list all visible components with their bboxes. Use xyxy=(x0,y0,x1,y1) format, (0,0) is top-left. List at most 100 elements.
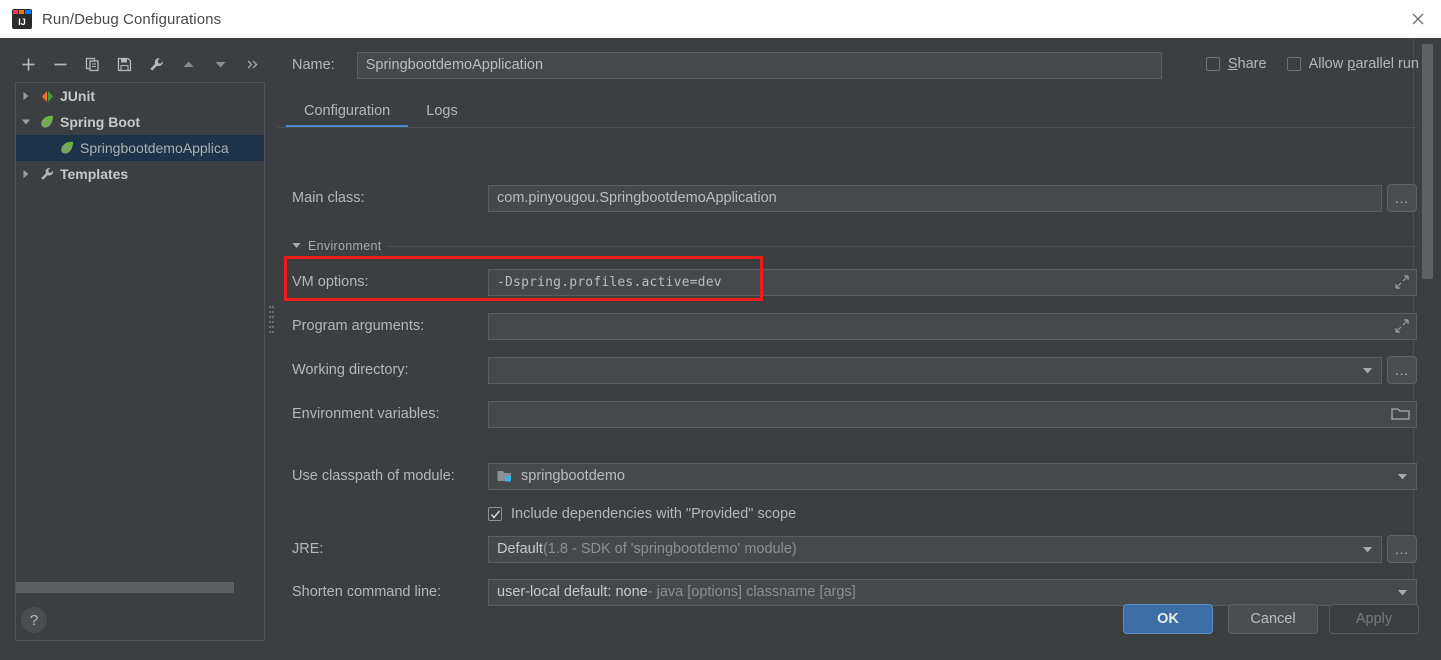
use-classpath-of-module-combo[interactable]: springbootdemo xyxy=(488,463,1417,490)
spring-boot-leaf-icon xyxy=(56,139,78,157)
program-arguments-label: Program arguments: xyxy=(292,318,488,334)
move-down-button[interactable] xyxy=(206,50,234,78)
chevron-down-icon[interactable] xyxy=(1354,536,1382,563)
include-dependencies-checkbox[interactable]: Include dependencies with "Provided" sco… xyxy=(488,506,796,522)
working-directory-label: Working directory: xyxy=(292,362,488,378)
name-label: Name: xyxy=(292,57,335,73)
environment-variables-row: Environment variables: xyxy=(292,400,1417,428)
expand-diagonal-icon[interactable] xyxy=(1395,319,1409,333)
window-titlebar: IJ Run/Debug Configurations xyxy=(0,0,1441,38)
configurations-tree[interactable]: JUnit Spring Boot xyxy=(15,82,265,641)
tab-logs[interactable]: Logs xyxy=(408,103,475,128)
working-directory-browse-button[interactable]: ... xyxy=(1387,356,1417,384)
allow-parallel-run-checkbox[interactable]: Allow parallel run xyxy=(1287,56,1419,72)
shorten-command-line-value-dim: - java [options] classname [args] xyxy=(648,584,856,600)
tab-divider xyxy=(278,127,1417,128)
jre-row: JRE: Default (1.8 - SDK of 'springbootde… xyxy=(292,535,1417,563)
copy-configuration-button[interactable] xyxy=(78,50,106,78)
program-arguments-input[interactable] xyxy=(488,313,1417,340)
intellij-idea-icon: IJ xyxy=(12,9,32,29)
move-up-button[interactable] xyxy=(174,50,202,78)
jre-label: JRE: xyxy=(292,541,488,557)
folder-icon[interactable] xyxy=(1391,406,1411,422)
vm-options-input[interactable]: -Dspring.profiles.active=dev xyxy=(488,269,1417,296)
main-class-input[interactable]: com.pinyougou.SpringbootdemoApplication xyxy=(488,185,1382,212)
vm-options-row: VM options: -Dspring.profiles.active=dev xyxy=(292,268,1417,296)
wrench-icon[interactable] xyxy=(142,50,170,78)
svg-text:IJ: IJ xyxy=(18,17,26,27)
tree-item-label: Templates xyxy=(60,166,128,182)
jre-value-strong: Default xyxy=(497,541,543,557)
dialog-footer: ? OK Cancel Apply xyxy=(0,600,1441,660)
program-arguments-row: Program arguments: xyxy=(292,312,1417,340)
shorten-command-line-label: Shorten command line: xyxy=(292,584,488,600)
tab-configuration[interactable]: Configuration xyxy=(286,103,408,128)
add-configuration-button[interactable] xyxy=(14,50,42,78)
vm-options-label: VM options: xyxy=(292,274,488,290)
apply-button[interactable]: Apply xyxy=(1329,604,1419,634)
expand-diagonal-icon[interactable] xyxy=(1395,275,1409,289)
include-dependencies-label: Include dependencies with "Provided" sco… xyxy=(511,506,796,522)
share-checkbox[interactable]: Share xyxy=(1206,56,1267,72)
chevron-down-icon[interactable] xyxy=(292,237,301,255)
use-classpath-of-module-row: Use classpath of module: springbootdemo xyxy=(292,462,1417,490)
working-directory-row: Working directory: ... xyxy=(292,356,1417,384)
wrench-icon xyxy=(36,165,58,183)
environment-variables-input[interactable] xyxy=(488,401,1417,428)
spring-boot-leaf-icon xyxy=(36,113,58,131)
editor-vertical-scrollbar[interactable] xyxy=(1420,38,1433,608)
checkbox-box xyxy=(1287,57,1301,71)
tree-horizontal-scrollbar-thumb[interactable] xyxy=(16,582,234,593)
editor-tabs: Configuration Logs xyxy=(286,92,476,128)
tree-toolbar xyxy=(14,48,266,80)
tree-item-springbootdemoapplication[interactable]: SpringbootdemoApplica xyxy=(16,135,264,161)
tree-horizontal-scrollbar[interactable] xyxy=(16,582,264,593)
remove-configuration-button[interactable] xyxy=(46,50,74,78)
editor-vertical-scrollbar-thumb[interactable] xyxy=(1422,44,1433,279)
name-input[interactable]: SpringbootdemoApplication xyxy=(357,52,1162,79)
chevron-right-icon[interactable] xyxy=(16,91,36,101)
name-row: Name: SpringbootdemoApplication xyxy=(292,50,1162,80)
tree-item-label: SpringbootdemoApplica xyxy=(80,140,229,156)
share-label: Share xyxy=(1228,56,1267,72)
tree-item-spring-boot[interactable]: Spring Boot xyxy=(16,109,264,135)
jre-value-dim: (1.8 - SDK of 'springbootdemo' module) xyxy=(543,541,797,557)
save-configuration-button[interactable] xyxy=(110,50,138,78)
checkbox-box xyxy=(1206,57,1220,71)
use-classpath-of-module-value: springbootdemo xyxy=(521,468,625,484)
junit-icon xyxy=(36,87,58,105)
chevron-down-icon[interactable] xyxy=(16,117,36,127)
tree-item-junit[interactable]: JUnit xyxy=(16,83,264,109)
configuration-editor-panel: Name: SpringbootdemoApplication Share Al… xyxy=(278,38,1441,638)
configurations-tree-panel: JUnit Spring Boot xyxy=(0,38,266,603)
main-class-browse-button[interactable]: ... xyxy=(1387,184,1417,212)
configuration-options: Share Allow parallel run xyxy=(1206,56,1419,72)
cancel-button[interactable]: Cancel xyxy=(1228,604,1318,634)
main-class-label: Main class: xyxy=(292,190,488,206)
environment-group-header[interactable]: Environment xyxy=(292,238,1417,254)
more-options-button[interactable] xyxy=(238,50,266,78)
splitter-grip-icon xyxy=(269,306,274,336)
chevron-down-icon[interactable] xyxy=(1397,464,1408,489)
ok-button[interactable]: OK xyxy=(1123,604,1213,634)
checkbox-box xyxy=(488,507,502,521)
main-class-row: Main class: com.pinyougou.Springbootdemo… xyxy=(292,184,1417,212)
run-debug-configurations-dialog: JUnit Spring Boot xyxy=(0,38,1441,660)
environment-group-divider xyxy=(388,246,1417,247)
panel-splitter[interactable] xyxy=(266,38,278,603)
close-icon[interactable] xyxy=(1395,0,1441,38)
chevron-right-icon[interactable] xyxy=(16,169,36,179)
tree-item-templates[interactable]: Templates xyxy=(16,161,264,187)
working-directory-input[interactable] xyxy=(488,357,1354,384)
module-folder-icon xyxy=(497,469,514,483)
shorten-command-line-value-strong: user-local default: none xyxy=(497,584,648,600)
environment-group-label: Environment xyxy=(308,239,381,253)
window-title: Run/Debug Configurations xyxy=(42,11,221,28)
jre-browse-button[interactable]: ... xyxy=(1387,535,1417,563)
allow-parallel-run-label: Allow parallel run xyxy=(1309,56,1419,72)
tree-item-label: Spring Boot xyxy=(60,114,140,130)
jre-combo[interactable]: Default (1.8 - SDK of 'springbootdemo' m… xyxy=(488,536,1354,563)
tree-item-label: JUnit xyxy=(60,88,95,104)
help-button[interactable]: ? xyxy=(21,607,47,633)
chevron-down-icon[interactable] xyxy=(1354,357,1382,384)
